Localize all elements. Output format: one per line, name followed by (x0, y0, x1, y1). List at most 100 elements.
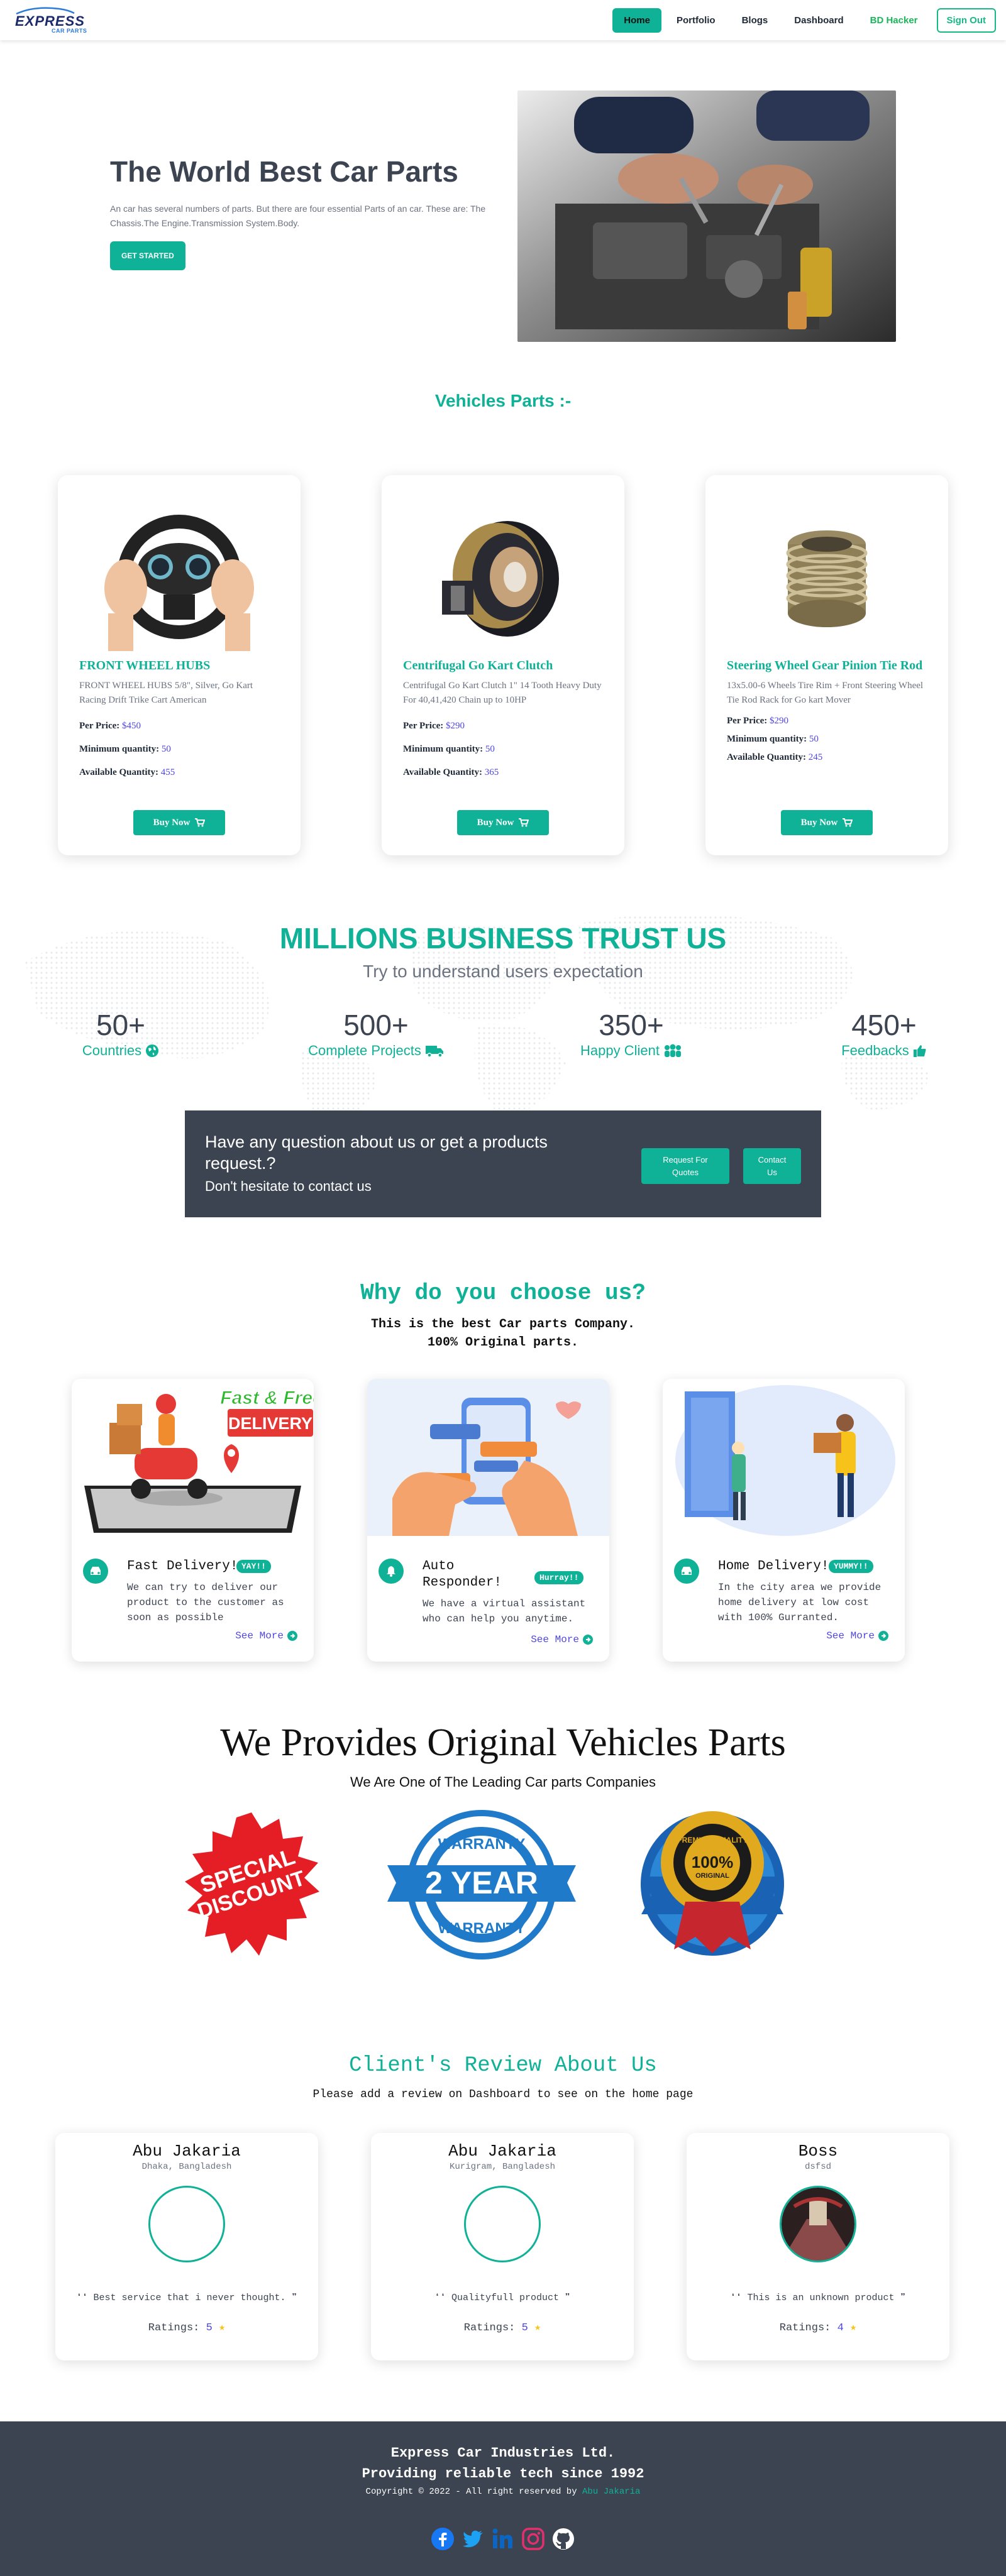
review-rating: Ratings: 4 ★ (687, 2321, 949, 2334)
see-more-link[interactable]: See More (826, 1630, 888, 1642)
min-qty-label: Minimum quantity: (79, 743, 160, 754)
part-name: FRONT WHEEL HUBS (79, 659, 211, 672)
part-price: Per Price: $290 (727, 716, 927, 726)
logo-subtext: CAR PARTS (52, 27, 87, 34)
why-card-heading-line-1: Auto (423, 1559, 455, 1574)
logo-text: EXPRESS (15, 13, 85, 29)
min-qty-label: Minimum quantity: (727, 733, 807, 744)
contact-us-label: Contact (758, 1155, 787, 1165)
why-card-heading: Auto Responder! (423, 1559, 502, 1592)
reviewer-location: Dhaka, Bangladesh (141, 2162, 232, 2172)
original-parts-subtitle: We Are One of The Leading Car parts Comp… (350, 1774, 656, 1790)
nav-user-name[interactable]: BD Hacker (859, 8, 929, 33)
github-icon[interactable] (551, 2527, 575, 2551)
price-label: Per Price: (79, 720, 120, 731)
original-parts-title: We Provides Original Vehicles Parts (220, 1721, 786, 1764)
trust-title: MILLIONS BUSINESS TRUST US (279, 922, 727, 955)
reviews-subtitle: Please add a review on Dashboard to see … (312, 2088, 694, 2101)
contact-us-button[interactable]: Contact Us (743, 1148, 801, 1184)
avatar (464, 2186, 541, 2262)
signout-button[interactable]: Sign Out (936, 8, 996, 33)
instagram-icon[interactable] (521, 2527, 545, 2551)
contact-us-label-2: Us (767, 1167, 777, 1177)
stat-label: Countries (82, 1042, 142, 1058)
review-card: Boss dsfsd ❛❛ This is an unknown product… (687, 2133, 949, 2360)
premium-quality-badge: PREMIUM QUALITY 100% ORIGINAL (641, 1811, 784, 1956)
why-card-text: We can try to deliver our product to the… (127, 1582, 284, 1623)
logo[interactable]: EXPRESS CAR PARTS (15, 6, 87, 34)
contact-box: Have any question about us or get a prod… (185, 1110, 821, 1217)
reviewer-location: Kurigram, Bangladesh (449, 2162, 556, 2172)
star-icon: ★ (218, 2322, 226, 2334)
delivery-scooter-image: Fast & Free DELIVERY (72, 1379, 314, 1536)
nav-home[interactable]: Home (612, 8, 661, 33)
see-more-link[interactable]: See More (235, 1630, 297, 1642)
rating-value: 5 (521, 2322, 528, 2334)
avatar (148, 2186, 225, 2262)
reviewer-name: Boss (798, 2142, 838, 2161)
bell-icon (379, 1559, 404, 1584)
why-subtitle-line-2: 100% Original parts. (427, 1335, 579, 1350)
warranty-top-text: WARRANTY (438, 1836, 526, 1853)
truck-icon (425, 1045, 443, 1058)
users-icon (664, 1044, 681, 1057)
arrow-right-circle-icon (583, 1635, 593, 1645)
part-min-qty: Minimum quantity: 50 (727, 734, 927, 745)
buy-now-button[interactable]: Buy Now (133, 810, 225, 835)
part-card: Centrifugal Go Kart Clutch Centrifugal G… (382, 475, 624, 855)
stat-number: 350+ (599, 1009, 664, 1041)
available-label: Available Quantity: (727, 752, 806, 762)
two-year-text: 2 YEAR (425, 1865, 538, 1900)
buy-now-label: Buy Now (800, 817, 838, 828)
rating-value: 4 (837, 2322, 844, 2334)
available-value: 245 (808, 752, 823, 762)
part-body: Steering Wheel Gear Pinion Tie Rod 13x5.… (727, 657, 927, 763)
part-min-qty: Minimum quantity: 50 (403, 744, 603, 755)
nav-dashboard[interactable]: Dashboard (783, 8, 854, 33)
arrow-right-circle-icon (287, 1631, 297, 1641)
copyright-text: Copyright © 2022 - All right reserved by (365, 2487, 577, 2497)
why-card-heading: Home Delivery! (718, 1559, 829, 1574)
facebook-icon[interactable] (431, 2527, 455, 2551)
why-card-auto-responder: Auto Responder! Hurray!! We have a virtu… (367, 1379, 609, 1662)
reviewer-location: dsfsd (804, 2162, 831, 2172)
home-delivery-image (663, 1379, 905, 1536)
cart-icon (519, 818, 529, 827)
see-more-label: See More (531, 1634, 579, 1645)
phone-chat-image (367, 1379, 609, 1536)
buy-now-button[interactable]: Buy Now (781, 810, 873, 835)
linkedin-icon[interactable] (491, 2527, 515, 2551)
steering-wheel-image (104, 515, 254, 651)
price-value: $290 (770, 715, 789, 726)
author-link[interactable]: Abu Jakaria (582, 2487, 640, 2497)
warranty-bottom-text: WARRANTY (438, 1920, 526, 1937)
why-subtitle-line-1: This is the best Car parts Company. (370, 1317, 636, 1332)
price-value: $290 (446, 720, 465, 731)
review-text: ❛❛ Best service that i never thought. ❞ (76, 2293, 297, 2303)
stat-label-row: Complete Projects (282, 1043, 470, 1059)
part-card: FRONT WHEEL HUBS FRONT WHEEL HUBS 5/8", … (58, 475, 301, 855)
see-more-link[interactable]: See More (531, 1634, 593, 1645)
special-discount-badge: SPECIAL DISCOUNT (185, 1812, 319, 1956)
ratings-label: Ratings: (463, 2322, 516, 2334)
thumbs-up-icon (913, 1044, 926, 1057)
warranty-badge: WARRANTY 2 YEAR WARRANTY (387, 1810, 576, 1959)
star-icon: ★ (534, 2322, 541, 2334)
part-card: Steering Wheel Gear Pinion Tie Rod 13x5.… (705, 475, 948, 855)
avatar (780, 2186, 856, 2262)
clutch-image (442, 521, 559, 637)
nav-portfolio[interactable]: Portfolio (665, 8, 727, 33)
request-quote-button[interactable]: Request For Quotes (641, 1148, 729, 1184)
twitter-icon[interactable] (461, 2527, 485, 2551)
price-label: Per Price: (403, 720, 444, 731)
hero-title: The World Best Car Parts (110, 155, 458, 188)
vehicles-parts-heading: Vehicles Parts :- (434, 391, 572, 410)
bellows-image (786, 530, 868, 627)
ratings-label: Ratings: (779, 2322, 831, 2334)
buy-now-label: Buy Now (153, 817, 191, 828)
buy-now-button[interactable]: Buy Now (457, 810, 549, 835)
available-label: Available Quantity: (79, 767, 158, 777)
get-started-button[interactable]: GET STARTED (110, 241, 185, 270)
nav-blogs[interactable]: Blogs (731, 8, 780, 33)
min-qty-label: Minimum quantity: (403, 743, 484, 754)
